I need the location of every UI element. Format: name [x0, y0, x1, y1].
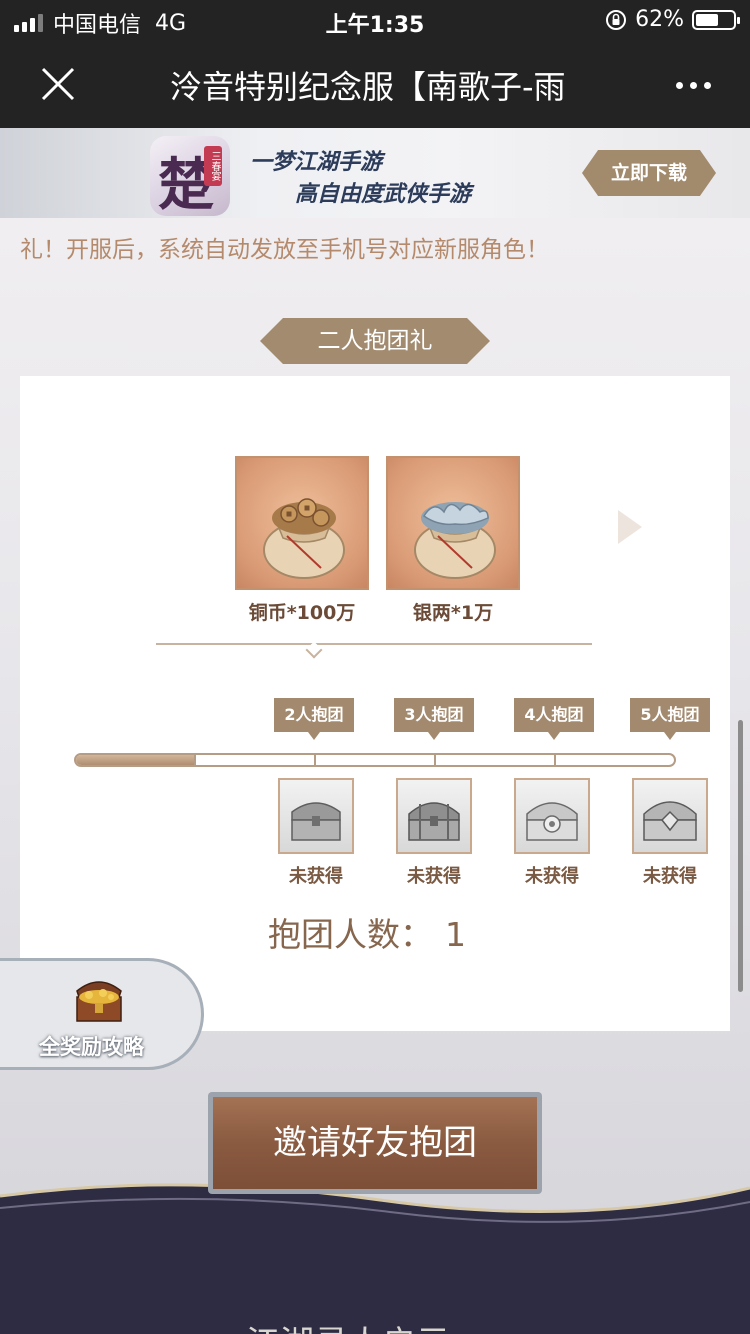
scrollbar[interactable] [738, 720, 743, 992]
next-arrow-icon[interactable] [618, 510, 642, 544]
chest-box [632, 778, 708, 854]
battery-icon [692, 9, 740, 30]
milestone-label-3[interactable]: 3人抱团 [394, 698, 474, 740]
intro-text: 礼！开服后，系统自动发放至手机号对应新服角色！ [20, 237, 549, 263]
reward-card: 铜币*100万 银两*1万 2人抱团 3人抱团 4人抱团 5人抱团 未获得 未获… [20, 376, 730, 1031]
team-count: 抱团人数： 1 [268, 908, 466, 956]
milestone-label-4[interactable]: 4人抱团 [514, 698, 594, 740]
silver-ingot-bag-icon [414, 502, 496, 579]
app-icon[interactable]: 楚 三春宴 [150, 136, 230, 216]
title-bar: 泠音特别纪念服【南歌子-雨 [0, 40, 750, 128]
chest-status: 未获得 [289, 866, 343, 887]
milestone-chest-4[interactable]: 未获得 [514, 778, 590, 888]
guide-label: 全奖励攻略 [39, 1035, 144, 1059]
reward-item-silver[interactable]: 银两*1万 [386, 456, 520, 625]
bottom-decoration [0, 1183, 750, 1334]
milestone-chest-3[interactable]: 未获得 [396, 778, 472, 888]
progress-fill [76, 755, 196, 765]
invite-button-label: 邀请好友抱团 [213, 1097, 537, 1189]
section-title: 二人抱团礼 [260, 318, 490, 364]
progress-tick [194, 755, 196, 765]
treasure-chest-icon [526, 802, 578, 841]
battery-percent: 62% [635, 7, 684, 32]
copper-coin-bag-icon [263, 498, 345, 579]
progress-tick [434, 755, 436, 765]
orientation-lock-icon [606, 9, 627, 30]
close-icon[interactable] [36, 62, 80, 106]
banner-title: 一梦江湖手游 [250, 150, 383, 175]
status-right: 62% [605, 7, 740, 32]
app-download-banner[interactable]: 楚 三春宴 一梦江湖手游 高自由度武侠手游 立即下载 [0, 128, 750, 218]
milestone-label-2[interactable]: 2人抱团 [274, 698, 354, 740]
chest-status: 未获得 [525, 866, 579, 887]
status-bar: 中国电信 4G 上午1:35 62% [0, 0, 750, 40]
team-count-label: 抱团人数： [268, 915, 433, 954]
banner-subtitle: 高自由度武侠手游 [295, 182, 472, 207]
reward-box [386, 456, 520, 590]
chest-status: 未获得 [643, 866, 697, 887]
more-icon[interactable] [674, 70, 714, 98]
team-progress-bar [74, 753, 676, 767]
reward-label: 铜币*100万 [248, 602, 356, 624]
main-content: 礼！开服后，系统自动发放至手机号对应新服角色！ 二人抱团礼 铜币*100万 银两… [0, 218, 750, 1334]
reward-label: 银两*1万 [412, 602, 494, 624]
divider [156, 643, 592, 645]
treasure-chest-icon [643, 801, 697, 841]
invite-friends-button[interactable]: 邀请好友抱团 [208, 1092, 542, 1194]
milestone-chest-2[interactable]: 未获得 [278, 778, 354, 888]
app-icon-tag: 三春宴 [204, 146, 222, 186]
progress-tick [314, 755, 316, 765]
reward-guide-button[interactable]: 全奖励攻略 [0, 958, 204, 1070]
treasure-chest-icon [291, 802, 341, 841]
progress-tick [554, 755, 556, 765]
reward-item-copper[interactable]: 铜币*100万 [235, 456, 369, 625]
chest-box [396, 778, 472, 854]
reward-box [235, 456, 369, 590]
milestone-label-5[interactable]: 5人抱团 [630, 698, 710, 740]
milestone-chest-5[interactable]: 未获得 [632, 778, 708, 888]
download-button[interactable]: 立即下载 [582, 150, 716, 196]
chest-box [514, 778, 590, 854]
treasure-chest-icon [408, 802, 460, 841]
footer-partial-text: 江湖寻人启示 [246, 1316, 450, 1334]
chest-box [278, 778, 354, 854]
page-title: 泠音特别纪念服【南歌子-雨 [170, 68, 566, 106]
gold-treasure-chest-icon [76, 981, 122, 1022]
team-count-value: 1 [445, 915, 466, 954]
chest-status: 未获得 [407, 866, 461, 887]
